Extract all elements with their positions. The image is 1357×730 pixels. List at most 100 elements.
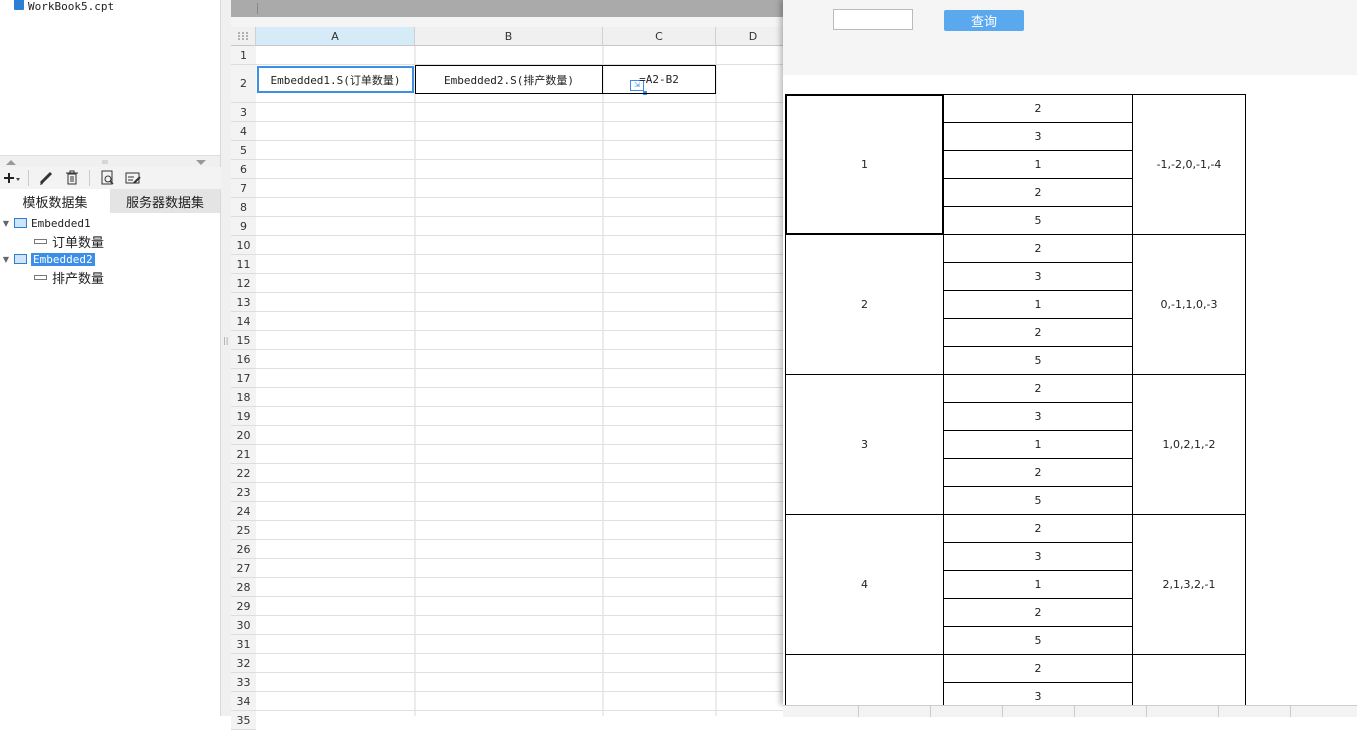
dataset-toolbar	[0, 167, 222, 190]
row-header[interactable]: 30	[231, 616, 256, 635]
tree-item-embedded2[interactable]: ▼ Embedded2	[0, 250, 95, 268]
row-header[interactable]: 11	[231, 255, 256, 274]
report-value-cell: 5	[943, 206, 1133, 235]
report-value-cell: 2	[943, 178, 1133, 207]
report-value-cell: 2	[943, 374, 1133, 403]
dataset-icon	[14, 254, 27, 264]
dataset-tabs: 模板数据集 服务器数据集	[0, 189, 220, 213]
row-header[interactable]: 15	[231, 331, 256, 350]
report-value-cell: 1	[943, 430, 1133, 459]
report-result-cell: 2,1,3,2,-1	[1132, 514, 1246, 655]
row-header[interactable]: 21	[231, 445, 256, 464]
row-header[interactable]: 4	[231, 122, 256, 141]
splitter-grip-icon: ||	[223, 336, 229, 345]
vertical-splitter[interactable]	[221, 0, 231, 716]
row-header[interactable]: 26	[231, 540, 256, 559]
report-result-cell: 1,0,2,1,-2	[1132, 374, 1246, 515]
field-icon	[34, 238, 47, 244]
tree-item-embedded1[interactable]: ▼ Embedded1	[0, 214, 91, 232]
report-value-cell: 2	[943, 234, 1133, 263]
report-value-cell: 3	[943, 402, 1133, 431]
column-header-b[interactable]: B	[415, 27, 603, 46]
cell-b2[interactable]: Embedded2.S(排产数量)	[415, 65, 603, 94]
add-icon[interactable]	[2, 169, 20, 187]
row-header[interactable]: 2	[231, 65, 256, 103]
row-header[interactable]: 33	[231, 673, 256, 692]
report-value-cell: 2	[943, 318, 1133, 347]
expand-arrow-icon[interactable]: ▼	[1, 219, 11, 228]
row-header[interactable]: 31	[231, 635, 256, 654]
row-header[interactable]: 20	[231, 426, 256, 445]
report-value-cell: 2	[943, 94, 1133, 123]
row-header[interactable]: 14	[231, 312, 256, 331]
tree-item-field-order-qty[interactable]: 订单数量	[0, 232, 105, 251]
report-value-cell: 1	[943, 290, 1133, 319]
report-value-cell: 2	[943, 458, 1133, 487]
report-value-cell: 3	[943, 542, 1133, 571]
file-name: WorkBook5.cpt	[28, 0, 115, 13]
report-result-cell: -1,-2,0,-1,-4	[1132, 94, 1246, 235]
tab-server-datasets[interactable]: 服务器数据集	[110, 189, 220, 213]
report-value-cell: 3	[943, 122, 1133, 151]
cell-a2[interactable]: Embedded1.S(订单数量)	[257, 66, 414, 93]
parameter-input[interactable]	[833, 9, 913, 30]
row-header[interactable]: 13	[231, 293, 256, 312]
toolbar-divider	[28, 170, 29, 186]
report-value-cell: 1	[943, 570, 1133, 599]
tab-template-datasets[interactable]: 模板数据集	[0, 189, 110, 213]
row-header[interactable]: 12	[231, 274, 256, 293]
expand-arrow-icon[interactable]: ▼	[1, 255, 11, 264]
row-header[interactable]: 19	[231, 407, 256, 426]
row-header[interactable]: 3	[231, 103, 256, 122]
query-button[interactable]: 查询	[944, 10, 1024, 31]
column-header-c[interactable]: C	[603, 27, 716, 46]
column-header-d[interactable]: D	[716, 27, 791, 46]
toolbar-divider	[89, 170, 90, 186]
select-all-corner[interactable]	[231, 27, 256, 46]
row-header[interactable]: 17	[231, 369, 256, 388]
report-group-key-cell: 4	[785, 514, 944, 655]
edit-dataset-icon[interactable]	[124, 169, 142, 187]
sheet-grid	[256, 46, 791, 716]
edit-icon[interactable]	[37, 169, 55, 187]
report-value-cell: 2	[943, 654, 1133, 683]
report-value-cell: 1	[943, 150, 1133, 179]
row-header[interactable]: 24	[231, 502, 256, 521]
dataset-icon	[14, 218, 27, 228]
report-result-cell: 0,-1,1,0,-3	[1132, 234, 1246, 375]
parameter-bar: 查询	[783, 0, 1357, 75]
row-header[interactable]: 1	[231, 46, 256, 65]
cell-c2[interactable]: =A2-B2	[602, 65, 716, 94]
row-header[interactable]: 16	[231, 350, 256, 369]
tree-item-field-production-qty[interactable]: 排产数量	[0, 268, 104, 287]
delete-icon[interactable]	[63, 169, 81, 187]
row-header[interactable]: 29	[231, 597, 256, 616]
row-header[interactable]: 25	[231, 521, 256, 540]
preview-icon[interactable]	[98, 169, 116, 187]
row-header[interactable]: 34	[231, 692, 256, 711]
spreadsheet: A B C D 1 2 3 4 5 6 7 8 9 10 11 12 13 14 15 16 17 18 19 20 2…	[231, 0, 791, 730]
row-header[interactable]: 5	[231, 141, 256, 160]
grid-icon	[238, 32, 248, 40]
report-value-cell: 2	[943, 598, 1133, 627]
row-header[interactable]: 28	[231, 578, 256, 597]
row-header[interactable]: 22	[231, 464, 256, 483]
row-header[interactable]: 27	[231, 559, 256, 578]
preview-panel: 查询 1 2 3 1 2 5 -1,-2,0,-1,-4 2 2 3 1 2 5 0,-1,1,0,-3 3…	[783, 0, 1357, 711]
field-name: 订单数量	[52, 235, 105, 251]
sheet-top-bar	[231, 0, 791, 17]
row-header[interactable]: 9	[231, 217, 256, 236]
row-header[interactable]: 35	[231, 711, 256, 730]
row-header[interactable]: 32	[231, 654, 256, 673]
report-group-key-cell: 2	[785, 234, 944, 375]
row-header[interactable]: 23	[231, 483, 256, 502]
file-tree-item[interactable]: WorkBook5.cpt	[14, 0, 115, 13]
column-header-a[interactable]: A	[256, 27, 415, 46]
row-header[interactable]: 8	[231, 198, 256, 217]
row-header[interactable]: 18	[231, 388, 256, 407]
row-header[interactable]: 7	[231, 179, 256, 198]
row-header[interactable]: 6	[231, 160, 256, 179]
report-value-cell: 5	[943, 346, 1133, 375]
row-header[interactable]: 10	[231, 236, 256, 255]
report-value-cell: 3	[943, 262, 1133, 291]
